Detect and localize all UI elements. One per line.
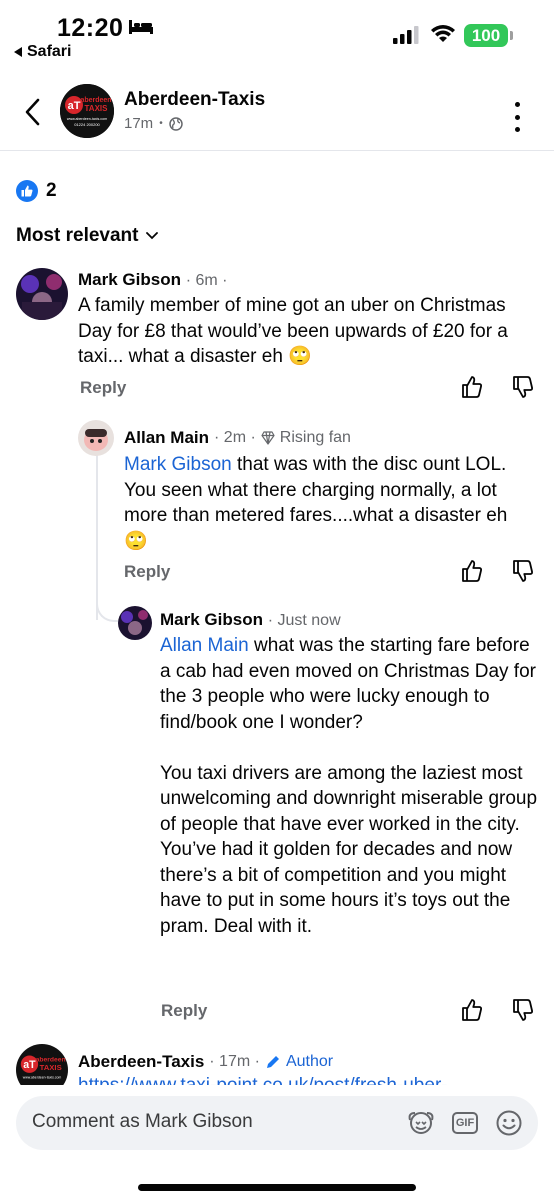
mention-link[interactable]: Mark Gibson <box>124 454 232 475</box>
author-name: Mark Gibson <box>160 610 263 629</box>
mention-link[interactable]: Allan Main <box>160 635 249 656</box>
diamond-badge-icon <box>261 431 275 445</box>
author-name: Aberdeen-Taxis <box>78 1052 205 1071</box>
svg-text:aberdeen: aberdeen <box>80 97 111 104</box>
status-bar: 12:20 Safari 100 <box>0 0 554 70</box>
thread-connector <box>96 580 118 622</box>
reply-button[interactable]: Reply <box>161 1001 207 1021</box>
gif-icon[interactable]: GIF <box>450 1108 480 1138</box>
wifi-icon <box>431 25 455 42</box>
aberdeen-taxis-logo: aT aberdeen TAXIS www.aberdeen-taxis.com… <box>60 84 114 138</box>
reaction-count: 2 <box>46 180 57 201</box>
downvote-icon[interactable] <box>512 998 534 1022</box>
chevron-left-icon <box>25 98 40 126</box>
back-triangle-icon <box>14 47 22 57</box>
dot-icon <box>514 127 520 132</box>
post-meta: 17m • <box>124 115 183 132</box>
comment-text: Mark Gibson that was with the disc ount … <box>124 452 510 554</box>
chevron-down-icon <box>146 232 159 240</box>
comment-meta: · 17m · <box>209 1053 260 1070</box>
status-time: 12:20 <box>57 14 124 42</box>
emoji-icon[interactable] <box>494 1108 524 1138</box>
svg-text:aT: aT <box>23 1059 36 1071</box>
like-icon <box>16 180 38 202</box>
svg-text:aT: aT <box>68 100 81 112</box>
comment-text: Allan Main what was the starting fare be… <box>160 633 544 939</box>
comment-author[interactable]: Allan Main · 2m · Rising fan <box>124 428 351 448</box>
header-divider <box>0 150 554 151</box>
comment-author[interactable]: Mark Gibson · Just now <box>160 610 341 630</box>
reply-button[interactable]: Reply <box>80 378 126 398</box>
cellular-signal-icon <box>393 26 419 44</box>
avatar-sticker-icon[interactable] <box>406 1108 436 1138</box>
svg-text:www.aberdeen-taxis.com: www.aberdeen-taxis.com <box>67 117 107 121</box>
upvote-icon[interactable] <box>461 559 483 583</box>
svg-text:01224 200200: 01224 200200 <box>74 122 100 127</box>
battery-indicator: 100 <box>464 24 508 47</box>
reaction-summary[interactable]: 2 <box>16 180 57 202</box>
comment-body: what was the starting fare before a cab … <box>160 635 538 937</box>
dot-separator: • <box>159 118 163 129</box>
page-name[interactable]: Aberdeen-Taxis <box>124 89 265 111</box>
commenter-avatar[interactable] <box>16 268 68 320</box>
upvote-icon[interactable] <box>461 998 483 1022</box>
gif-label: GIF <box>452 1112 478 1134</box>
sleep-bed-icon <box>129 20 153 34</box>
home-indicator[interactable] <box>138 1184 416 1191</box>
svg-text:TAXIS: TAXIS <box>85 104 109 113</box>
back-app-label: Safari <box>27 43 72 60</box>
comment-sort-dropdown[interactable]: Most relevant <box>16 225 159 247</box>
commenter-avatar[interactable] <box>78 420 114 456</box>
sort-label: Most relevant <box>16 225 139 246</box>
downvote-icon[interactable] <box>512 559 534 583</box>
comment-meta: · 2m · <box>214 429 256 446</box>
comment-meta: · 6m · <box>185 272 228 289</box>
comment-author[interactable]: Mark Gibson · 6m · <box>78 270 227 290</box>
back-to-safari[interactable]: Safari <box>14 43 71 61</box>
pencil-icon <box>266 1056 279 1068</box>
page-avatar[interactable]: aT aberdeen TAXIS www.aberdeen-taxis.com… <box>60 84 114 138</box>
battery-nub <box>510 31 513 40</box>
author-name: Mark Gibson <box>78 270 181 289</box>
comment-meta: · Just now <box>267 612 341 629</box>
back-button[interactable] <box>14 92 50 132</box>
more-options-button[interactable] <box>505 102 529 132</box>
post-time: 17m <box>124 115 154 132</box>
author-name: Allan Main <box>124 428 210 447</box>
commenter-avatar[interactable] <box>118 606 152 640</box>
composer-placeholder[interactable]: Comment as Mark Gibson <box>32 1111 253 1133</box>
downvote-icon[interactable] <box>512 375 534 399</box>
author-badge: Author <box>285 1053 334 1070</box>
fan-badge: Rising fan <box>279 429 351 446</box>
reply-button[interactable]: Reply <box>124 562 170 582</box>
upvote-icon[interactable] <box>461 375 483 399</box>
comment-author[interactable]: Aberdeen-Taxis · 17m · Author <box>78 1052 333 1072</box>
post-header: aT aberdeen TAXIS www.aberdeen-taxis.com… <box>0 78 554 148</box>
svg-text:TAXIS: TAXIS <box>40 1063 62 1072</box>
svg-text:www.aberdeen-taxis.com: www.aberdeen-taxis.com <box>23 1076 62 1080</box>
comment-text: A family member of mine got an uber on C… <box>78 295 508 367</box>
dot-icon <box>514 114 520 120</box>
dot-icon <box>514 102 520 107</box>
globe-icon <box>168 116 183 131</box>
comment-composer[interactable]: Comment as Mark Gibson GIF <box>16 1096 538 1150</box>
